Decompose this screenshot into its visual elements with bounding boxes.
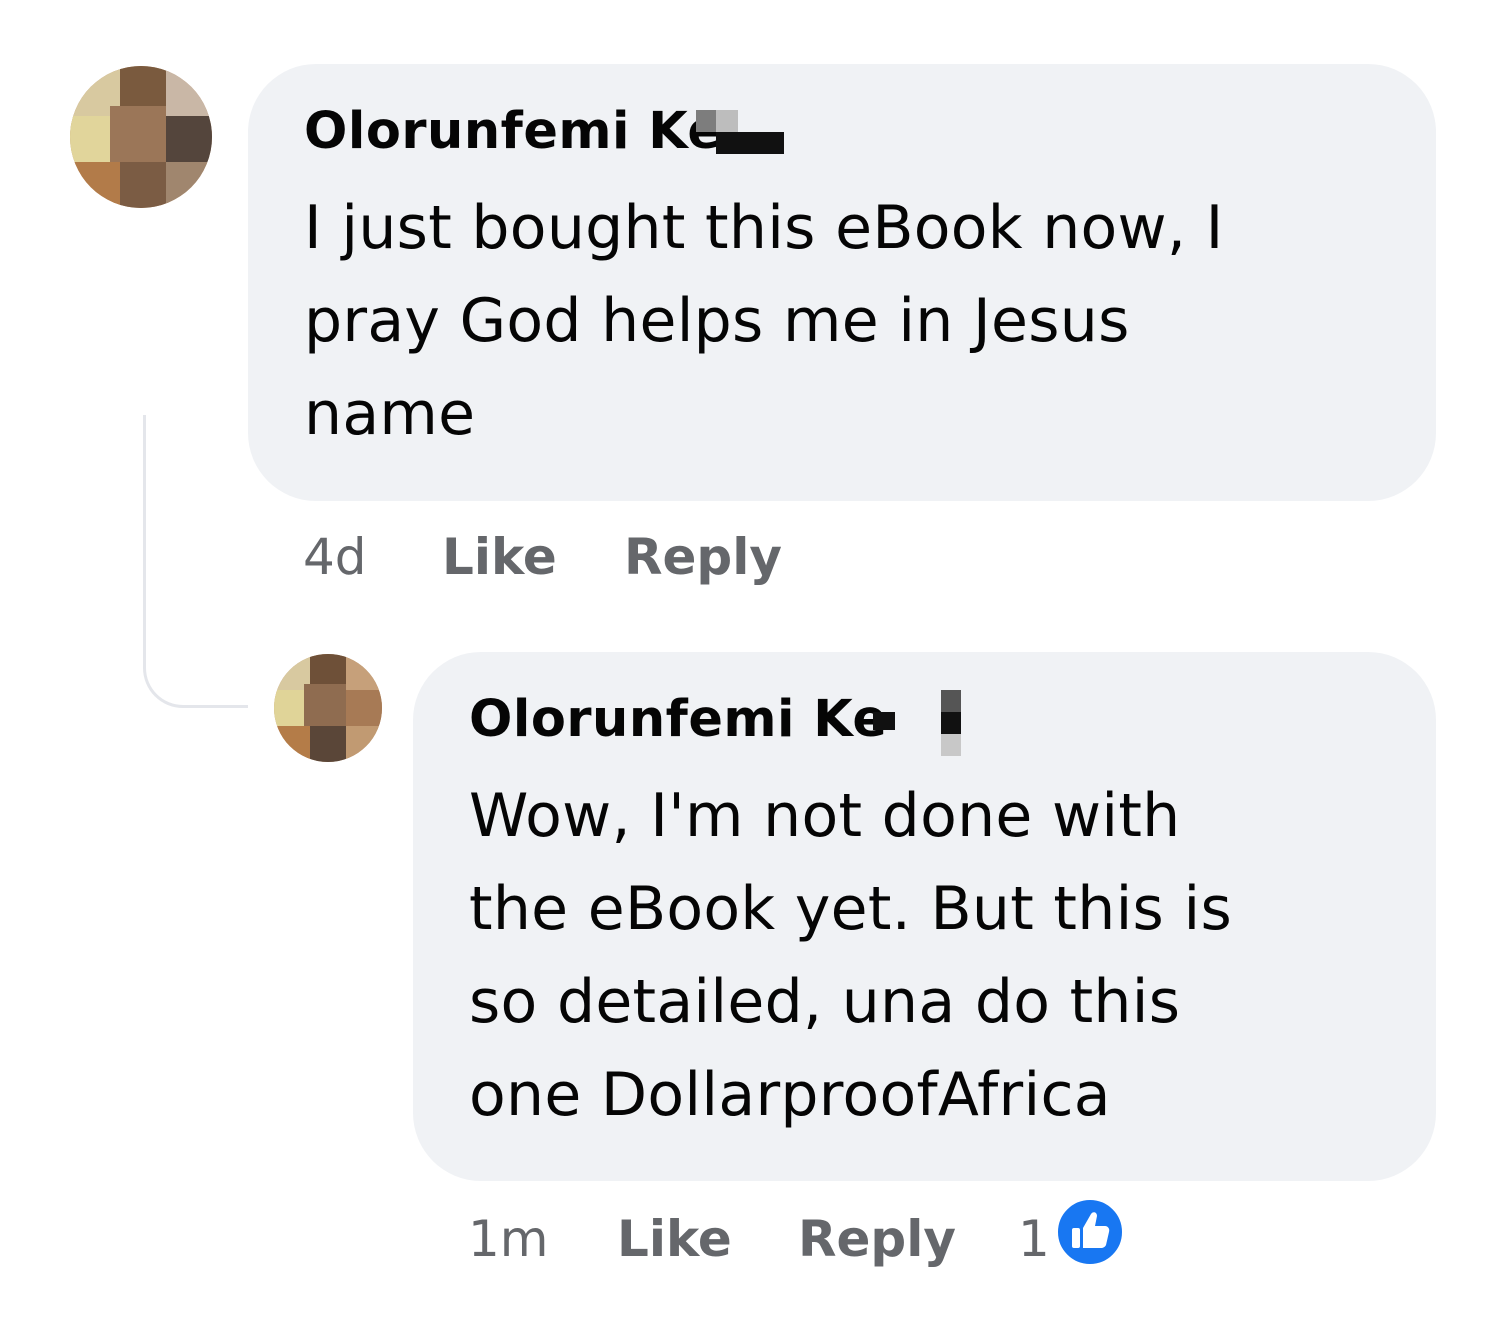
avatar[interactable]: [274, 654, 382, 762]
comment-text: Wow, I'm not done with the eBook yet. Bu…: [469, 770, 1232, 1142]
redaction-block: [696, 110, 716, 132]
comment-author[interactable]: Olorunfemi Ke: [469, 690, 888, 749]
reply-button[interactable]: Reply: [798, 1210, 956, 1268]
comment-text-line: one DollarproofAfrica: [469, 1060, 1111, 1130]
redaction-block: [941, 690, 961, 712]
comment-author[interactable]: Olorunfemi Ke: [304, 102, 723, 161]
redaction-block: [716, 110, 738, 132]
comment-text-line: Wow, I'm not done with: [469, 781, 1181, 851]
avatar[interactable]: [70, 66, 212, 208]
comment-text-line: I just bought this eBook now, I: [304, 193, 1224, 263]
redaction-block: [716, 132, 784, 154]
reply-button[interactable]: Reply: [624, 528, 782, 586]
comment-text-line: the eBook yet. But this is: [469, 874, 1233, 944]
thread-connector-line: [143, 415, 248, 708]
redaction-block: [941, 712, 961, 734]
reaction-count[interactable]: 1: [1018, 1210, 1050, 1268]
like-button[interactable]: Like: [617, 1210, 732, 1268]
comment-text-line: name: [304, 379, 476, 449]
comment-text: I just bought this eBook now, I pray God…: [304, 182, 1224, 461]
comment-text-line: pray God helps me in Jesus: [304, 286, 1130, 356]
comment-bubble[interactable]: Olorunfemi Ke Wow, I'm not done with the…: [413, 652, 1436, 1181]
comment-bubble[interactable]: Olorunfemi Ke I just bought this eBook n…: [248, 64, 1436, 501]
comment-text-line: so detailed, una do this: [469, 967, 1181, 1037]
redaction-block: [873, 712, 895, 730]
thumbs-up-icon[interactable]: [1054, 1196, 1126, 1268]
comment-actions: 4d: [303, 528, 367, 586]
comment-timestamp[interactable]: 1m: [468, 1210, 549, 1268]
like-button[interactable]: Like: [442, 528, 557, 586]
redaction-block: [941, 734, 961, 756]
comment-timestamp[interactable]: 4d: [303, 528, 367, 586]
